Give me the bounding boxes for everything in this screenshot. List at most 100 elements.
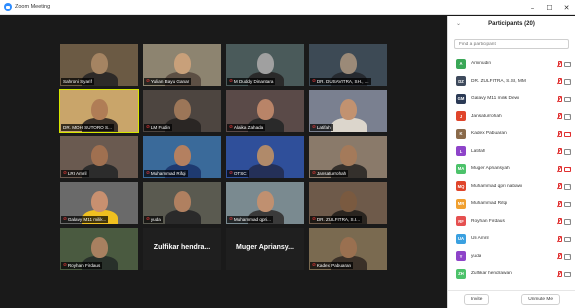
zoom-window: Zoom Meeting – ☐ ✕ Sahroni Syarif ⊘ Yulian…	[0, 0, 575, 308]
participant-row[interactable]: RF Royhan Firdaus	[448, 213, 575, 231]
mic-muted-icon: ⊘	[146, 171, 150, 176]
participant-name-label: ⊘ Jansaturrohah	[310, 170, 349, 177]
participant-search-input[interactable]	[454, 39, 569, 49]
participant-name-label: Sahroni Syarif	[61, 78, 94, 85]
video-camera-icon	[564, 61, 571, 68]
video-tile[interactable]: ⊘ DR. ZULFITRA, S.I...	[308, 181, 388, 225]
participant-row[interactable]: UA Uli Amril	[448, 230, 575, 248]
avatar: MR	[456, 198, 466, 209]
mic-muted-icon	[556, 78, 562, 85]
video-tile[interactable]: ⊘ DR. DUSAVITRA, SH., ...	[308, 43, 388, 87]
video-tile[interactable]: ⊘ OTSC	[225, 135, 305, 179]
participant-name: Galavy M11 milik...	[67, 217, 107, 222]
video-tile[interactable]: ⊘ Muhammad Rifqi	[142, 135, 222, 179]
participant-name-label: ⊘ Muhammad qpri...	[227, 216, 273, 223]
video-tile[interactable]: ⊘ Galavy M11 milik...	[59, 181, 139, 225]
video-tile[interactable]: ⊘ yuda	[142, 181, 222, 225]
mic-muted-icon: ⊘	[312, 125, 316, 130]
video-tile[interactable]: Zulfikar hendra...	[142, 227, 222, 271]
participant-row[interactable]: Yyuda	[448, 248, 575, 266]
panel-footer: Invite Unmute Me	[448, 290, 575, 308]
video-camera-icon	[564, 271, 571, 278]
mic-muted-icon: ⊘	[312, 79, 316, 84]
participant-list-name: DR. ZULFITRA, S.SI, MM	[471, 78, 526, 84]
participant-list-name: Muger Apriansyah	[471, 166, 510, 172]
participant-name: M Duddy Dinantara	[233, 79, 274, 84]
participant-row[interactable]: L Latifah	[448, 143, 575, 161]
participant-name: Jansaturrohah	[316, 171, 347, 176]
mic-muted-icon: ⊘	[63, 217, 67, 222]
participant-row[interactable]: ZH Zulfikar hendrawan	[448, 265, 575, 283]
video-tile[interactable]: ⊘ Yulian Bayu Ganar	[142, 43, 222, 87]
participant-row[interactable]: K Kadex Pabuaran	[448, 125, 575, 143]
participant-face	[174, 145, 191, 166]
avatar: A	[456, 58, 466, 69]
mic-muted-icon	[556, 200, 562, 207]
participant-name: OTSC	[233, 171, 247, 176]
video-tile[interactable]: ⊘ Muhammad qpri...	[225, 181, 305, 225]
maximize-button[interactable]: ☐	[541, 0, 558, 15]
participant-face	[174, 191, 191, 212]
participant-video-feed	[331, 118, 367, 132]
mic-muted-icon: ⊘	[146, 79, 150, 84]
video-tile[interactable]: ⊘ Jansaturrohah	[308, 135, 388, 179]
video-camera-icon	[564, 114, 571, 120]
video-tile[interactable]: ⊘ Royhan Firdaus	[59, 227, 139, 271]
participant-row[interactable]: DZ DR. ZULFITRA, S.SI, MM	[448, 73, 575, 91]
participant-status-icons	[556, 130, 571, 138]
mic-muted-icon	[556, 148, 562, 155]
invite-button[interactable]: Invite	[463, 294, 490, 305]
participant-status-icons	[556, 200, 571, 208]
close-button[interactable]: ✕	[558, 0, 575, 15]
avatar: ZH	[456, 268, 466, 279]
mic-muted-icon: ⊘	[312, 171, 316, 176]
participant-row[interactable]: MQ Muhammad qpri nabawi	[448, 178, 575, 196]
video-tile[interactable]: ⊘ M Duddy Dinantara	[225, 43, 305, 87]
participant-face	[257, 53, 274, 74]
participant-name: LRI Amril	[67, 171, 87, 176]
participant-name-placeholder: Muger Apriansy...	[236, 244, 294, 251]
participant-name-label: ⊘ Muhammad Rifqi	[144, 170, 188, 177]
participant-name: Alaika Zahada	[233, 125, 264, 130]
video-tile[interactable]: ⊘ LM Fudin	[142, 89, 222, 133]
participant-list-name: Kadex Pabuaran	[471, 131, 507, 137]
video-gallery: Sahroni Syarif ⊘ Yulian Bayu Ganar ⊘ M Duddy…	[0, 16, 447, 308]
avatar: MA	[456, 163, 466, 174]
participant-name: Kadex Pabuaran	[316, 263, 352, 268]
mic-muted-icon: ⊘	[229, 79, 233, 84]
participant-status-icons	[556, 148, 571, 155]
participant-name-label: ⊘ DR. ZULFITRA, S.I...	[310, 216, 362, 223]
video-tile[interactable]: ⊘ Alaika Zahada	[225, 89, 305, 133]
participant-row[interactable]: MA Muger Apriansyah	[448, 160, 575, 178]
video-tile[interactable]: ⊘ Latifah	[308, 89, 388, 133]
video-tile[interactable]: ⊘ LRI Amril	[59, 135, 139, 179]
participant-video-feed	[248, 164, 284, 178]
participant-row[interactable]: A Aminudin	[448, 55, 575, 73]
window-controls: – ☐ ✕	[524, 0, 575, 15]
participants-panel: ⌄ Participants (20) A Aminudin DZ DR. ZULFI…	[447, 16, 575, 308]
video-tile[interactable]: DR. MOH SUTORO S...	[59, 89, 139, 133]
video-tile[interactable]: ⊘ Kadex Pabuaran	[308, 227, 388, 271]
video-tile[interactable]: Muger Apriansy...	[225, 227, 305, 271]
participant-name-label: ⊘ Royhan Firdaus	[61, 262, 103, 269]
participant-face	[340, 99, 357, 120]
mic-muted-icon: ⊘	[146, 125, 150, 130]
participant-row[interactable]: J Jansaturrohah	[448, 108, 575, 126]
mic-muted-icon	[556, 60, 562, 67]
participant-row[interactable]: MR Muhammad Rifqi	[448, 195, 575, 213]
mic-muted-icon: ⊘	[146, 217, 150, 222]
minimize-button[interactable]: –	[524, 0, 541, 15]
participant-name: yuda	[150, 217, 161, 222]
participant-status-icons	[556, 253, 571, 260]
unmute-me-button[interactable]: Unmute Me	[521, 294, 561, 305]
zoom-logo-icon	[4, 3, 12, 11]
participant-row[interactable]: GM Galavy M11 milik Dewi	[448, 90, 575, 108]
video-tile[interactable]: Sahroni Syarif	[59, 43, 139, 87]
participant-list-name: Aminudin	[471, 61, 491, 67]
participant-status-icons	[556, 183, 571, 190]
mic-muted-icon	[556, 95, 562, 102]
participant-list-name: Royhan Firdaus	[471, 218, 505, 224]
participant-status-icons	[556, 165, 571, 173]
participant-name-label: ⊘ Alaika Zahada	[227, 124, 266, 131]
mic-muted-icon: ⊘	[229, 217, 233, 222]
